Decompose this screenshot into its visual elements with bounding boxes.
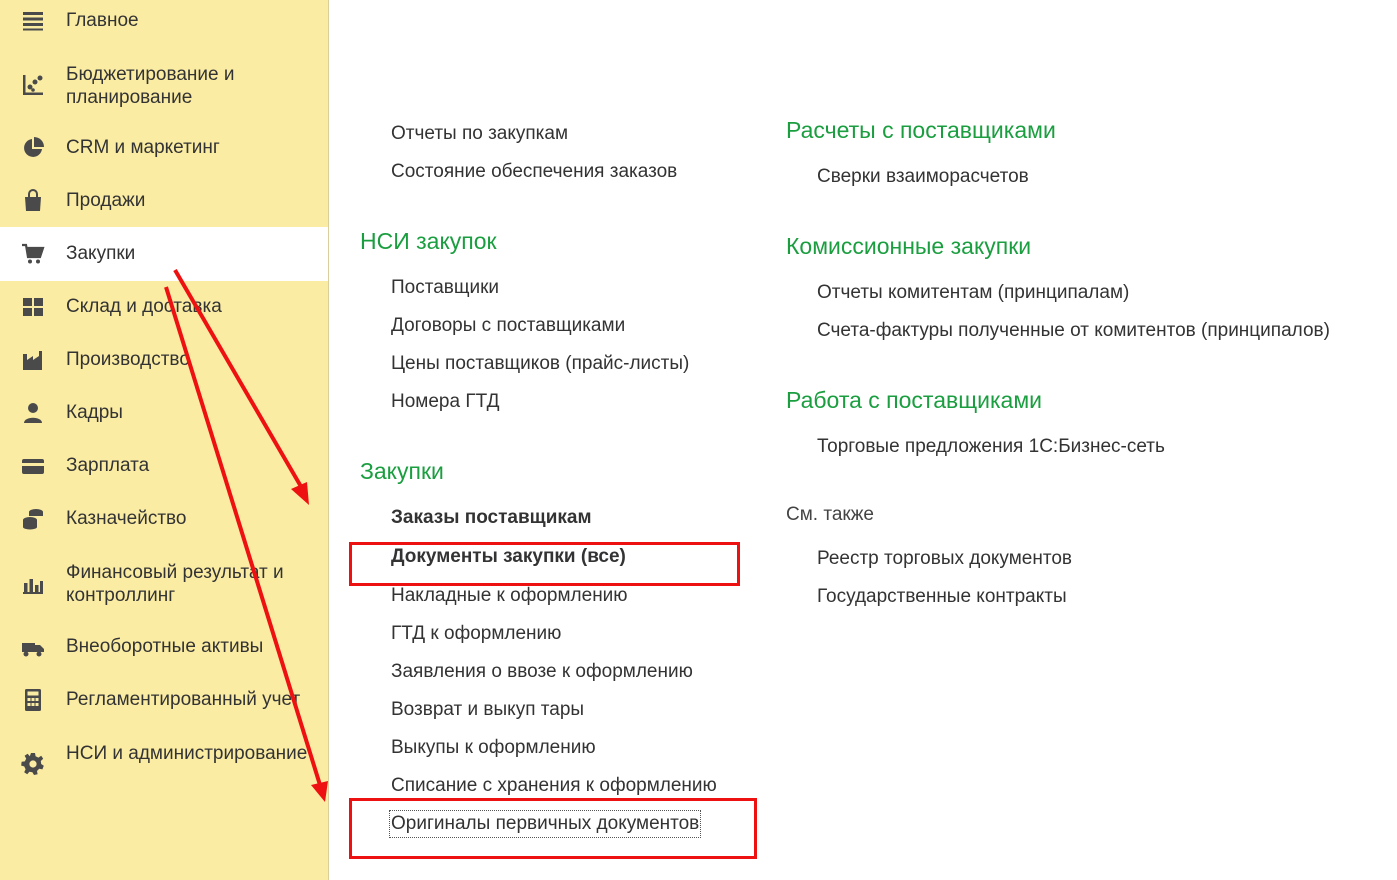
link-buyouts-to-process[interactable]: Выкупы к оформлению bbox=[391, 736, 596, 760]
sidebar-item-label: Внеоборотные активы bbox=[66, 636, 264, 657]
sidebar-item-label: НСИ и администрирование bbox=[66, 743, 308, 764]
sidebar-item-crm[interactable]: CRM и маркетинг bbox=[0, 130, 328, 166]
factory-icon bbox=[20, 347, 46, 373]
group-title-purchases: Закупки bbox=[360, 458, 444, 484]
sidebar-item-label: Главное bbox=[66, 10, 139, 31]
pie-chart-icon bbox=[20, 135, 46, 161]
link-storage-writeoff[interactable]: Списание с хранения к оформлению bbox=[391, 774, 717, 798]
link-customs-numbers[interactable]: Номера ГТД bbox=[391, 390, 499, 414]
calculator-icon bbox=[20, 687, 46, 713]
sidebar-item-label: Бюджетирование и планирование bbox=[66, 64, 235, 108]
sidebar-item-production[interactable]: Производство bbox=[0, 342, 328, 378]
budget-chart-icon bbox=[20, 72, 46, 98]
warehouse-grid-icon bbox=[20, 294, 46, 320]
menu-lines-icon bbox=[20, 8, 46, 34]
bar-chart-icon bbox=[20, 571, 46, 597]
sidebar-item-label: Кадры bbox=[66, 402, 123, 423]
link-customs-to-process[interactable]: ГТД к оформлению bbox=[391, 622, 561, 646]
annotation-highlight-box bbox=[349, 542, 740, 586]
sidebar-item-label: Продажи bbox=[66, 190, 146, 211]
see-also-label: См. также bbox=[786, 504, 874, 525]
link-order-supply-status[interactable]: Состояние обеспечения заказов bbox=[391, 160, 677, 184]
sidebar-item-sales[interactable]: Продажи bbox=[0, 183, 328, 219]
sidebar-item-salary[interactable]: Зарплата bbox=[0, 448, 328, 484]
gear-icon bbox=[20, 751, 46, 777]
link-container-return[interactable]: Возврат и выкуп тары bbox=[391, 698, 584, 722]
link-purchase-reports[interactable]: Отчеты по закупкам bbox=[391, 122, 568, 146]
main-content: Отчеты по закупкам Состояние обеспечения… bbox=[329, 0, 1397, 880]
person-icon bbox=[20, 400, 46, 426]
sidebar-item-regulated-accounting[interactable]: Регламентированный учет bbox=[0, 682, 328, 718]
link-reconciliations[interactable]: Сверки взаиморасчетов bbox=[817, 165, 1029, 189]
sidebar-item-nsi-admin[interactable]: НСИ и администрирование bbox=[0, 735, 328, 795]
sidebar-item-label: Склад и доставка bbox=[66, 296, 222, 317]
coins-stack-icon bbox=[20, 506, 46, 532]
group-title-commission: Комиссионные закупки bbox=[786, 233, 1032, 259]
link-supplier-contracts[interactable]: Договоры с поставщиками bbox=[391, 314, 625, 338]
link-state-contracts[interactable]: Государственные контракты bbox=[817, 585, 1067, 609]
group-title-nsi: НСИ закупок bbox=[360, 228, 497, 254]
truck-icon bbox=[20, 634, 46, 660]
sidebar-item-warehouse[interactable]: Склад и доставка bbox=[0, 289, 328, 325]
sidebar-item-budgeting[interactable]: Бюджетирование и планирование bbox=[0, 56, 328, 116]
sidebar-item-main[interactable]: Главное bbox=[0, 0, 328, 42]
sidebar-item-hr[interactable]: Кадры bbox=[0, 395, 328, 431]
sidebar-item-financial-result[interactable]: Финансовый результат и контроллинг bbox=[0, 554, 328, 614]
shopping-cart-icon bbox=[20, 241, 46, 267]
sidebar-item-label: Казначейство bbox=[66, 508, 187, 529]
wallet-card-icon bbox=[20, 453, 46, 479]
link-trade-documents-registry[interactable]: Реестр торговых документов bbox=[817, 547, 1072, 571]
shopping-bag-icon bbox=[20, 188, 46, 214]
link-supplier-prices[interactable]: Цены поставщиков (прайс-листы) bbox=[391, 352, 689, 376]
sidebar-item-label: Регламентированный учет bbox=[66, 689, 301, 710]
link-import-statements[interactable]: Заявления о ввозе к оформлению bbox=[391, 660, 693, 684]
sidebar-item-purchases[interactable]: Закупки bbox=[0, 227, 328, 281]
sidebar-item-fixed-assets[interactable]: Внеоборотные активы bbox=[0, 629, 328, 665]
link-supplier-orders[interactable]: Заказы поставщикам bbox=[391, 506, 592, 530]
sidebar-item-label: Зарплата bbox=[66, 455, 150, 476]
sidebar-item-label: Закупки bbox=[66, 243, 136, 264]
sidebar-item-label: Финансовый результат и контроллинг bbox=[66, 562, 284, 606]
link-invoices-to-process[interactable]: Накладные к оформлению bbox=[391, 584, 628, 608]
link-committent-invoices[interactable]: Счета-фактуры полученные от комитентов (… bbox=[817, 319, 1330, 343]
group-title-settlements: Расчеты с поставщиками bbox=[786, 117, 1056, 143]
group-title-supplier-work: Работа с поставщиками bbox=[786, 387, 1042, 413]
sidebar-item-label: Производство bbox=[66, 349, 190, 370]
link-suppliers[interactable]: Поставщики bbox=[391, 276, 499, 300]
sidebar: Главное Бюджетирование и планирование CR… bbox=[0, 0, 329, 880]
sidebar-item-label: CRM и маркетинг bbox=[66, 137, 220, 158]
link-business-network-offers[interactable]: Торговые предложения 1С:Бизнес-сеть bbox=[817, 435, 1165, 459]
annotation-highlight-box bbox=[349, 798, 757, 859]
link-committent-reports[interactable]: Отчеты комитентам (принципалам) bbox=[817, 281, 1129, 305]
sidebar-item-treasury[interactable]: Казначейство bbox=[0, 501, 328, 537]
